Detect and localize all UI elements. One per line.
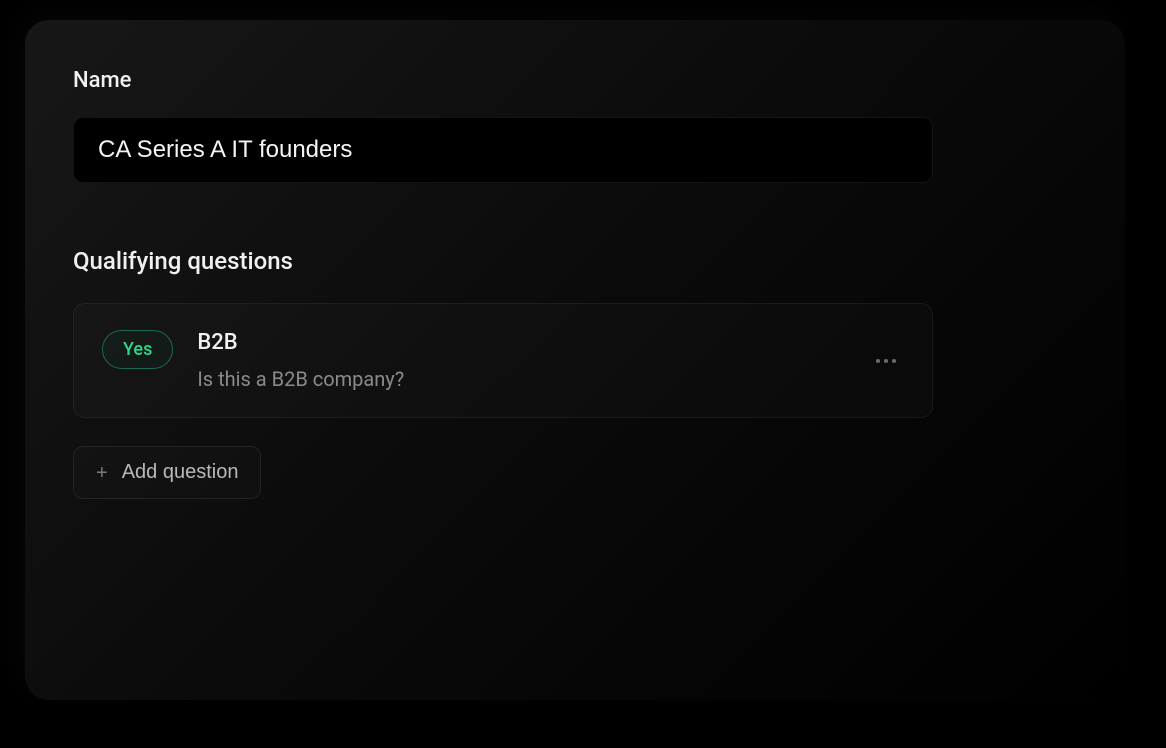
question-content: B2B Is this a B2B company? [197, 330, 904, 391]
name-field-label: Name [73, 68, 1077, 93]
question-card: Yes B2B Is this a B2B company? [73, 303, 933, 418]
question-description: Is this a B2B company? [197, 367, 904, 391]
add-question-label: Add question [122, 461, 239, 484]
qualifying-questions-label: Qualifying questions [73, 247, 1077, 275]
dots-icon [876, 359, 880, 363]
more-options-button[interactable] [868, 351, 904, 371]
plus-icon: + [96, 463, 108, 483]
name-input[interactable] [73, 117, 933, 183]
answer-badge-yes: Yes [102, 330, 173, 369]
add-question-button[interactable]: + Add question [73, 446, 261, 499]
dots-icon [884, 359, 888, 363]
dots-icon [892, 359, 896, 363]
settings-panel: Name Qualifying questions Yes B2B Is thi… [25, 20, 1125, 700]
question-title: B2B [197, 330, 904, 355]
